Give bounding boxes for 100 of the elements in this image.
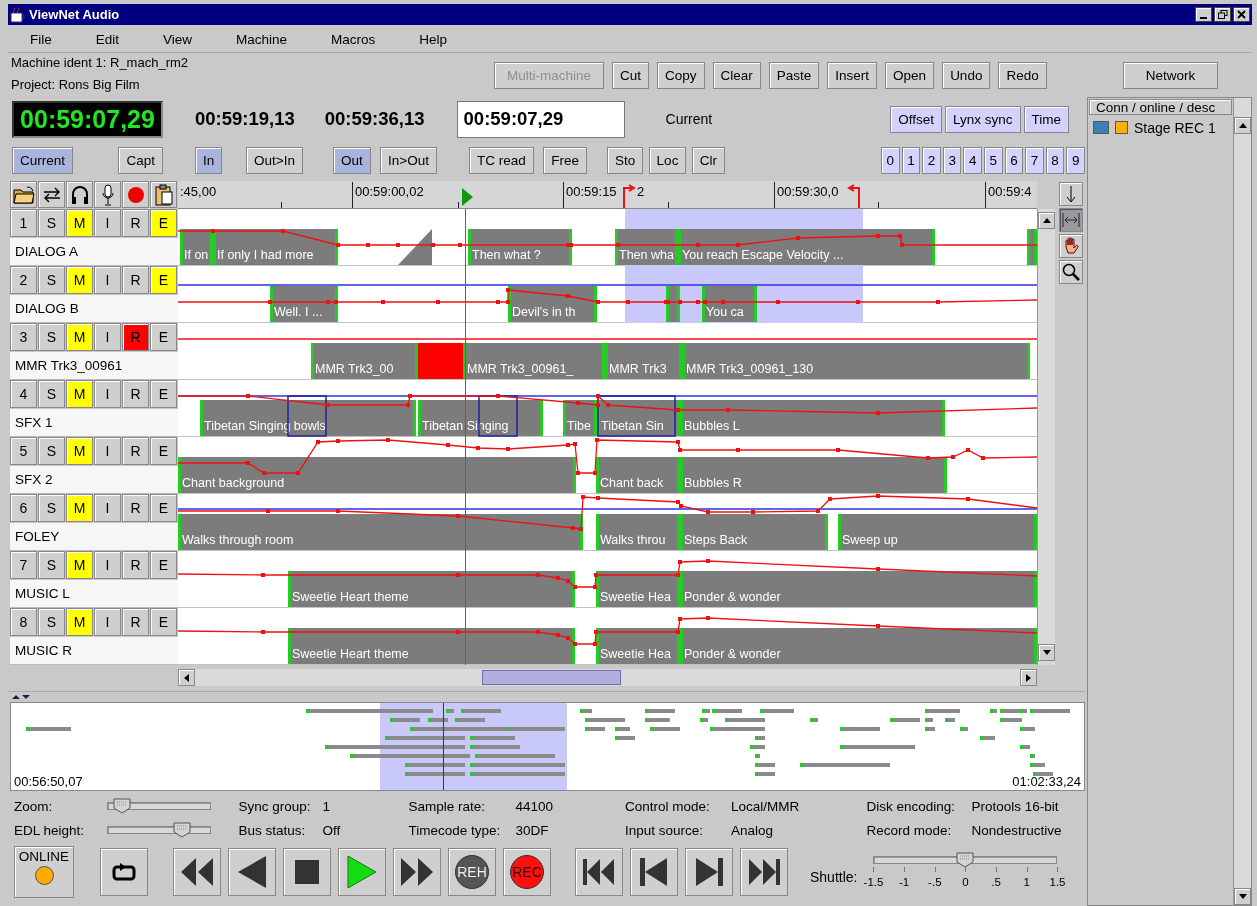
- sync-option-button[interactable]: Lynx sync: [944, 105, 1021, 133]
- open-button[interactable]: [10, 181, 37, 208]
- track-toggle-button[interactable]: R: [122, 209, 149, 237]
- audio-clip[interactable]: Tibe: [563, 400, 597, 436]
- audio-clip[interactable]: Well. I ...: [270, 286, 338, 322]
- timecode-field[interactable]: 00:59:07,29: [456, 100, 625, 138]
- audio-clip[interactable]: Sweetie Heart theme: [288, 628, 575, 664]
- locate-button[interactable]: 1: [901, 146, 921, 174]
- track-toggle-button[interactable]: E: [150, 323, 177, 351]
- next-button[interactable]: [685, 848, 733, 896]
- audio-clip[interactable]: Sweetie Heart theme: [288, 571, 575, 607]
- track-toggle-button[interactable]: E: [150, 380, 177, 408]
- volume-envelope[interactable]: [177, 394, 1038, 415]
- audio-clip[interactable]: If on: [180, 229, 213, 265]
- restore-button[interactable]: [1214, 7, 1231, 22]
- audio-clip[interactable]: You reach Escape Velocity ...: [678, 229, 935, 265]
- timecode-button[interactable]: In: [195, 146, 223, 174]
- track-toggle-button[interactable]: M: [66, 209, 93, 237]
- previous-button[interactable]: [630, 848, 678, 896]
- audio-clip[interactable]: Chant background: [178, 457, 576, 493]
- track-toggle-button[interactable]: I: [94, 380, 121, 408]
- fit-width-button[interactable]: [1059, 208, 1083, 232]
- playhead-marker[interactable]: [462, 188, 473, 206]
- track-toggle-button[interactable]: E: [150, 437, 177, 465]
- scroll-up-button[interactable]: [1234, 117, 1251, 134]
- timecode-button[interactable]: Sto: [607, 146, 644, 174]
- audio-clip[interactable]: Tibetan Singing bowls: [200, 400, 416, 436]
- timecode-button[interactable]: Out>In: [246, 146, 303, 174]
- locate-button[interactable]: 5: [984, 146, 1003, 174]
- track-toggle-button[interactable]: M: [66, 437, 93, 465]
- zoom-tool-button[interactable]: [1059, 260, 1083, 284]
- sync-option-button[interactable]: Offset: [890, 105, 942, 133]
- track-toggle-button[interactable]: I: [94, 209, 121, 237]
- track-toggle-button[interactable]: I: [94, 551, 121, 579]
- in-marker[interactable]: [623, 184, 636, 208]
- menu-item[interactable]: Machine: [236, 31, 288, 47]
- track-toggle-button[interactable]: E: [150, 608, 177, 636]
- track-toggle-button[interactable]: M: [66, 323, 93, 351]
- track-toggle-button[interactable]: M: [66, 608, 93, 636]
- audio-clip[interactable]: Ponder & wonder: [680, 628, 1037, 664]
- track-toggle-button[interactable]: M: [66, 266, 93, 294]
- scroll-up-button[interactable]: [1038, 212, 1055, 229]
- audio-clip[interactable]: If only I had more: [213, 229, 338, 265]
- play-button[interactable]: [338, 848, 386, 896]
- timecode-button[interactable]: Clr: [691, 146, 725, 174]
- timecode-button[interactable]: Out: [333, 146, 371, 174]
- track-toggle-button[interactable]: R: [122, 437, 149, 465]
- volume-envelope[interactable]: [177, 438, 1038, 475]
- track-toggle-button[interactable]: S: [38, 494, 65, 522]
- volume-envelope[interactable]: [177, 288, 1038, 304]
- track-number-button[interactable]: 4: [10, 380, 37, 408]
- insert-tool-button[interactable]: [1059, 182, 1083, 206]
- track-toggle-button[interactable]: S: [38, 551, 65, 579]
- audio-clip[interactable]: MMR Trk3_00961_: [463, 343, 605, 379]
- column-header[interactable]: Conn / online / desc: [1089, 99, 1232, 115]
- track-toggle-button[interactable]: R: [122, 266, 149, 294]
- slider-thumb[interactable]: [173, 822, 192, 838]
- volume-envelope[interactable]: [177, 616, 1038, 646]
- loop-button[interactable]: [100, 848, 148, 896]
- track-toggle-button[interactable]: M: [66, 551, 93, 579]
- locate-button[interactable]: 8: [1045, 146, 1065, 174]
- stop-button[interactable]: [283, 848, 331, 896]
- audio-clip[interactable]: Walks throu: [596, 514, 680, 550]
- track-number-button[interactable]: 6: [10, 494, 37, 522]
- audio-clip[interactable]: Devil's in th: [508, 286, 597, 322]
- go-to-end-button[interactable]: [740, 848, 788, 896]
- input-button[interactable]: [94, 181, 121, 208]
- timecode-button[interactable]: Free: [543, 146, 587, 174]
- timecode-button[interactable]: Loc: [648, 146, 687, 174]
- timecode-button[interactable]: TC read: [469, 146, 534, 174]
- locate-button[interactable]: 9: [1066, 146, 1085, 174]
- locate-button[interactable]: 3: [942, 146, 962, 174]
- audio-clip[interactable]: MMR Trk3_00961_130: [682, 343, 1030, 379]
- scroll-left-button[interactable]: [178, 669, 195, 686]
- timecode-button[interactable]: In>Out: [380, 146, 437, 174]
- menu-item[interactable]: Edit: [95, 31, 120, 47]
- timecode-button[interactable]: Capt: [118, 146, 163, 174]
- timecode-button[interactable]: Current: [12, 146, 73, 174]
- audio-clip[interactable]: Sweetie Hea: [596, 628, 680, 664]
- track-toggle-button[interactable]: R: [122, 608, 149, 636]
- track-number-button[interactable]: 2: [10, 266, 37, 294]
- out-marker[interactable]: [846, 184, 861, 208]
- track-toggle-button[interactable]: E: [150, 266, 177, 294]
- vertical-scrollbar[interactable]: [1233, 98, 1251, 905]
- go-to-start-button[interactable]: [575, 848, 623, 896]
- record-button[interactable]: REC: [503, 848, 551, 896]
- horizontal-scrollbar[interactable]: [178, 669, 1037, 686]
- audio-clip[interactable]: Steps Back: [680, 514, 828, 550]
- monitor-button[interactable]: [66, 181, 93, 208]
- audio-clip[interactable]: Bubbles L: [680, 400, 945, 436]
- collapse-arrows-icon[interactable]: [11, 694, 31, 700]
- paste-button[interactable]: [150, 181, 177, 208]
- slider-thumb[interactable]: [113, 798, 132, 814]
- track-number-button[interactable]: 7: [10, 551, 37, 579]
- audio-clip[interactable]: Sweetie Hea: [596, 571, 680, 607]
- locate-button[interactable]: 6: [1004, 146, 1024, 174]
- toolbar-button[interactable]: Paste: [768, 62, 820, 89]
- hand-tool-button[interactable]: [1059, 234, 1083, 258]
- track-toggle-button[interactable]: S: [38, 266, 65, 294]
- fast-forward-button[interactable]: [393, 848, 441, 896]
